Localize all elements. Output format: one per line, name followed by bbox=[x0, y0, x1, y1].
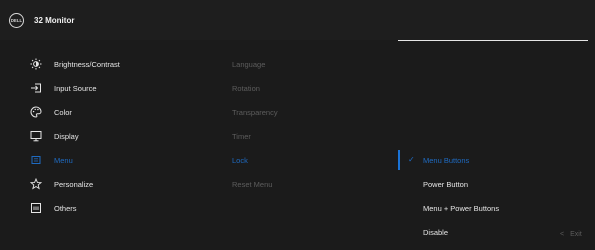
menu-icon bbox=[30, 154, 42, 166]
menu-item-label: Menu bbox=[54, 156, 73, 165]
menu-item-brightness-contrast[interactable]: Brightness/Contrast bbox=[0, 52, 200, 76]
input-source-icon bbox=[30, 82, 42, 94]
submenu-item-language[interactable]: Language bbox=[232, 52, 392, 76]
option-power-button[interactable]: Power Button bbox=[398, 172, 595, 196]
menu-item-label: Display bbox=[54, 132, 79, 141]
checkmark-icon: ✓ bbox=[408, 155, 415, 164]
option-label: Menu Buttons bbox=[423, 156, 470, 165]
osd-header: DELL 32 Monitor bbox=[0, 0, 595, 40]
submenu-item-label: Reset Menu bbox=[232, 179, 273, 189]
submenu: Language Rotation Transparency Timer Loc… bbox=[232, 52, 392, 196]
menu-item-label: Others bbox=[54, 204, 77, 213]
selection-indicator bbox=[398, 150, 400, 170]
lock-options: ✓ Menu Buttons Power Button Menu + Power… bbox=[398, 148, 595, 244]
option-label: Power Button bbox=[423, 180, 469, 189]
display-monitor-icon bbox=[30, 130, 42, 142]
option-menu-power-buttons[interactable]: Menu + Power Buttons bbox=[398, 196, 595, 220]
menu-item-color[interactable]: Color bbox=[0, 100, 200, 124]
monitor-osd: DELL 32 Monitor Brightness/Contrast Inpu… bbox=[0, 0, 595, 250]
submenu-item-label: Timer bbox=[232, 131, 251, 141]
menu-item-others[interactable]: Others bbox=[0, 196, 200, 220]
dell-logo: DELL bbox=[9, 13, 24, 28]
menu-item-display[interactable]: Display bbox=[0, 124, 200, 148]
chevron-left-icon: < bbox=[560, 231, 565, 238]
star-icon bbox=[30, 178, 42, 190]
logo-text: DELL bbox=[10, 18, 23, 23]
monitor-title: 32 Monitor bbox=[34, 16, 75, 25]
menu-item-label: Personalize bbox=[54, 180, 94, 189]
menu-item-input-source[interactable]: Input Source bbox=[0, 76, 200, 100]
brightness-icon bbox=[30, 58, 42, 70]
submenu-item-timer[interactable]: Timer bbox=[232, 124, 392, 148]
menu-item-label: Input Source bbox=[54, 84, 97, 93]
main-menu: Brightness/Contrast Input Source Color D… bbox=[0, 52, 200, 220]
option-menu-buttons[interactable]: ✓ Menu Buttons bbox=[398, 148, 595, 172]
header-divider bbox=[398, 40, 588, 41]
submenu-item-reset-menu[interactable]: Reset Menu bbox=[232, 172, 392, 196]
submenu-item-label: Transparency bbox=[232, 107, 278, 117]
submenu-item-rotation[interactable]: Rotation bbox=[232, 76, 392, 100]
menu-item-personalize[interactable]: Personalize bbox=[0, 172, 200, 196]
others-icon bbox=[30, 202, 42, 214]
option-label: Disable bbox=[423, 228, 449, 237]
submenu-item-label: Rotation bbox=[232, 83, 260, 93]
submenu-item-label: Language bbox=[232, 59, 266, 69]
submenu-item-transparency[interactable]: Transparency bbox=[232, 100, 392, 124]
submenu-item-lock[interactable]: Lock bbox=[232, 148, 392, 172]
exit-button[interactable]: < Exit bbox=[560, 231, 582, 238]
exit-label: Exit bbox=[570, 231, 582, 238]
color-palette-icon bbox=[30, 106, 42, 118]
option-label: Menu + Power Buttons bbox=[423, 204, 500, 213]
menu-item-menu[interactable]: Menu bbox=[0, 148, 200, 172]
submenu-item-label: Lock bbox=[232, 155, 248, 165]
menu-item-label: Brightness/Contrast bbox=[54, 60, 120, 69]
menu-item-label: Color bbox=[54, 108, 72, 117]
